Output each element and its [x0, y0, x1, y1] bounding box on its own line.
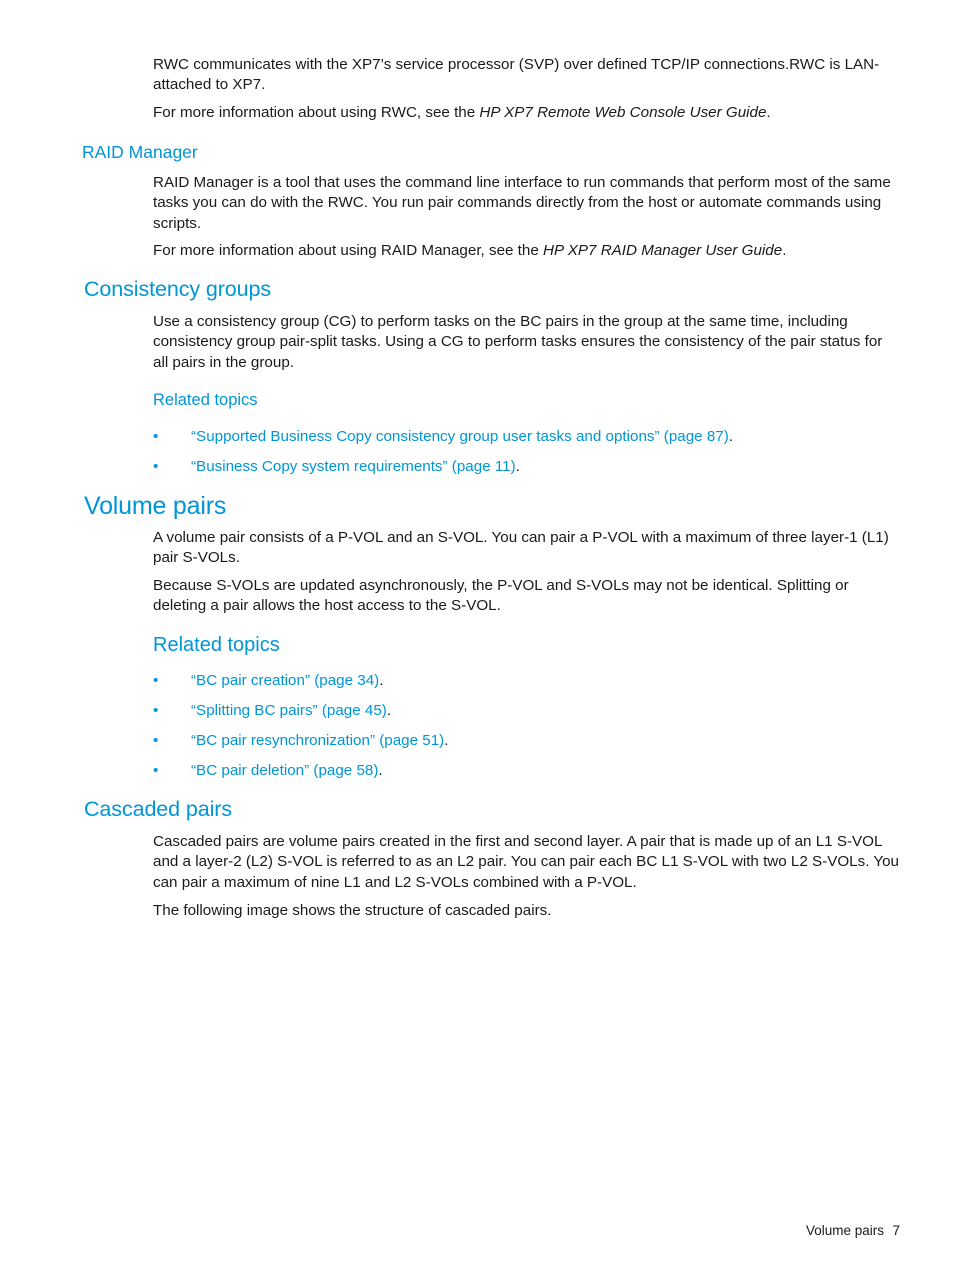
intro-guide-title-italic: HP XP7 Remote Web Console User Guide [479, 104, 767, 121]
heading-cascaded-pairs: Cascaded pairs [84, 797, 232, 821]
list-item: • “Business Copy system requirements” (p… [153, 457, 520, 477]
raid-manager-paragraph-1: RAID Manager is a tool that uses the com… [153, 174, 891, 232]
heading-consistency-groups: Consistency groups [84, 277, 272, 301]
document-page: RWC communicates with the XP7’s service … [0, 0, 954, 1271]
link-bc-pair-deletion[interactable]: “BC pair deletion” (page 58) [191, 761, 378, 781]
bullet-icon: • [153, 702, 159, 719]
list-item: • “Splitting BC pairs” (page 45). [153, 701, 391, 721]
heading-related-topics-volume-pairs: Related topics [153, 634, 280, 656]
link-bc-pair-resynchronization[interactable]: “BC pair resynchronization” (page 51) [191, 731, 444, 751]
heading-related-topics-consistency: Related topics [153, 391, 258, 409]
footer-page-number: 7 [892, 1223, 900, 1238]
raid-manager-paragraph-2-lead: For more information about using RAID Ma… [153, 242, 544, 259]
list-item-period: . [728, 428, 734, 445]
list-item-period: . [379, 672, 384, 689]
list-item: • “BC pair creation” (page 34). [153, 671, 383, 691]
list-item: • “Supported Business Copy consistency g… [153, 427, 733, 447]
link-business-copy-system-requirements[interactable]: “Business Copy system requirements” (pag… [191, 457, 516, 477]
link-supported-bc-consistency-group-tasks[interactable]: “Supported Business Copy consistency gro… [191, 427, 729, 447]
raid-manager-guide-title-italic: HP XP7 RAID Manager User Guide [543, 242, 783, 259]
footer-section-title: Volume pairs [805, 1223, 884, 1238]
list-item: • “BC pair resynchronization” (page 51). [153, 731, 448, 751]
bullet-icon: • [153, 672, 159, 689]
list-item-period: . [378, 762, 383, 779]
intro-paragraph-2-tail: . [766, 104, 771, 121]
link-splitting-bc-pairs[interactable]: “Splitting BC pairs” (page 45) [191, 701, 387, 721]
list-item-period: . [515, 458, 520, 475]
intro-paragraph-2: For more information about using RWC, se… [153, 103, 901, 123]
heading-volume-pairs: Volume pairs [84, 492, 227, 520]
cascaded-pairs-paragraph-2: The following image shows the structure … [153, 902, 552, 919]
intro-paragraph-1: RWC communicates with the XP7’s service … [153, 56, 880, 94]
list-item-period: . [386, 702, 392, 719]
heading-raid-manager: RAID Manager [82, 142, 198, 162]
consistency-groups-paragraph-1: Use a consistency group (CG) to perform … [153, 313, 883, 371]
raid-manager-paragraph-2-tail: . [782, 242, 787, 259]
bullet-icon: • [153, 428, 159, 445]
list-item-period: . [444, 732, 449, 749]
link-bc-pair-creation[interactable]: “BC pair creation” (page 34) [191, 671, 379, 691]
raid-manager-paragraph-2: For more information about using RAID Ma… [153, 241, 905, 261]
volume-pairs-paragraph-2: Because S-VOLs are updated asynchronousl… [153, 577, 849, 615]
volume-pairs-paragraph-1: A volume pair consists of a P-VOL and an… [153, 529, 889, 567]
intro-paragraph-2-lead: For more information about using RWC, se… [153, 104, 480, 121]
bullet-icon: • [153, 762, 159, 779]
cascaded-pairs-paragraph-1: Cascaded pairs are volume pairs created … [153, 833, 900, 891]
bullet-icon: • [153, 732, 159, 749]
bullet-icon: • [153, 458, 159, 475]
list-item: • “BC pair deletion” (page 58). [153, 761, 383, 781]
